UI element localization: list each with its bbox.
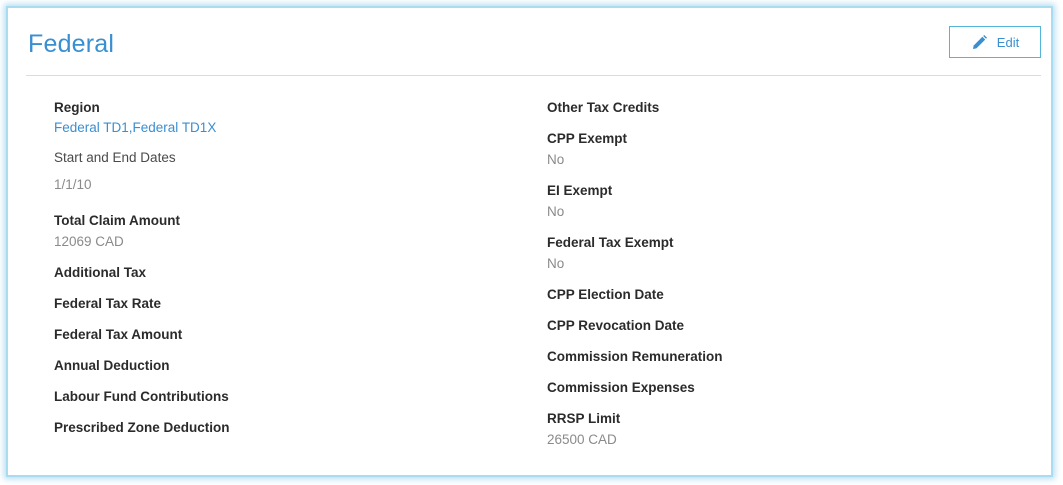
federal-panel: Federal Edit Region Federal TD1,Federal … bbox=[6, 6, 1053, 477]
other-credits-label: Other Tax Credits bbox=[547, 100, 660, 115]
federal-tax-rate-label: Federal Tax Rate bbox=[54, 296, 162, 311]
labour-fund-label: Labour Fund Contributions bbox=[54, 389, 229, 404]
field-cpp-exempt: CPP Exempt No bbox=[547, 130, 987, 169]
federal-tax-exempt-label: Federal Tax Exempt bbox=[547, 235, 674, 250]
field-cpp-revocation-date: CPP Revocation Date bbox=[547, 317, 987, 335]
total-claim-value: 12069 CAD bbox=[54, 234, 124, 249]
ei-exempt-value: No bbox=[547, 204, 565, 219]
federal-tax-exempt-value: No bbox=[547, 256, 565, 271]
panel-title: Federal bbox=[28, 30, 115, 58]
field-total-claim: Total Claim Amount 12069 CAD bbox=[54, 212, 494, 251]
field-prescribed-zone: Prescribed Zone Deduction bbox=[54, 419, 494, 437]
rrsp-limit-label: RRSP Limit bbox=[547, 411, 621, 426]
field-region: Region Federal TD1,Federal TD1X bbox=[54, 99, 494, 137]
total-claim-label: Total Claim Amount bbox=[54, 213, 180, 228]
edit-button-label: Edit bbox=[996, 34, 1020, 50]
field-rrsp-limit: RRSP Limit 26500 CAD bbox=[547, 410, 987, 449]
cpp-exempt-label: CPP Exempt bbox=[547, 131, 628, 146]
cpp-election-date-label: CPP Election Date bbox=[547, 287, 664, 302]
additional-tax-label: Additional Tax bbox=[54, 265, 147, 280]
federal-tax-amount-label: Federal Tax Amount bbox=[54, 327, 183, 342]
commission-remuneration-label: Commission Remuneration bbox=[547, 349, 723, 364]
field-dates: Start and End Dates 1/1/10 bbox=[54, 149, 494, 194]
right-column: Other Tax Credits CPP Exempt No EI Exemp… bbox=[547, 99, 987, 449]
field-cpp-election-date: CPP Election Date bbox=[547, 286, 987, 304]
cpp-exempt-value: No bbox=[547, 152, 565, 167]
field-commission-expenses: Commission Expenses bbox=[547, 379, 987, 397]
left-column: Region Federal TD1,Federal TD1X Start an… bbox=[54, 99, 494, 437]
field-additional-tax: Additional Tax bbox=[54, 264, 494, 282]
region-label: Region bbox=[54, 100, 100, 115]
panel-header: Federal Edit bbox=[26, 8, 1041, 76]
prescribed-zone-label: Prescribed Zone Deduction bbox=[54, 420, 230, 435]
field-federal-tax-amount: Federal Tax Amount bbox=[54, 326, 494, 344]
field-ei-exempt: EI Exempt No bbox=[547, 182, 987, 221]
field-annual-deduction: Annual Deduction bbox=[54, 357, 494, 375]
annual-deduction-label: Annual Deduction bbox=[54, 358, 170, 373]
region-value[interactable]: Federal TD1,Federal TD1X bbox=[54, 119, 494, 137]
pencil-icon bbox=[971, 34, 988, 51]
field-commission-remuneration: Commission Remuneration bbox=[547, 348, 987, 366]
dates-value: 1/1/10 bbox=[54, 177, 92, 192]
rrsp-limit-value: 26500 CAD bbox=[547, 432, 617, 447]
field-other-credits: Other Tax Credits bbox=[547, 99, 987, 117]
ei-exempt-label: EI Exempt bbox=[547, 183, 613, 198]
field-federal-tax-exempt: Federal Tax Exempt No bbox=[547, 234, 987, 273]
commission-expenses-label: Commission Expenses bbox=[547, 380, 695, 395]
field-labour-fund: Labour Fund Contributions bbox=[54, 388, 494, 406]
edit-button[interactable]: Edit bbox=[949, 26, 1041, 58]
field-federal-tax-rate: Federal Tax Rate bbox=[54, 295, 494, 313]
dates-label: Start and End Dates bbox=[54, 150, 176, 165]
cpp-revocation-date-label: CPP Revocation Date bbox=[547, 318, 685, 333]
